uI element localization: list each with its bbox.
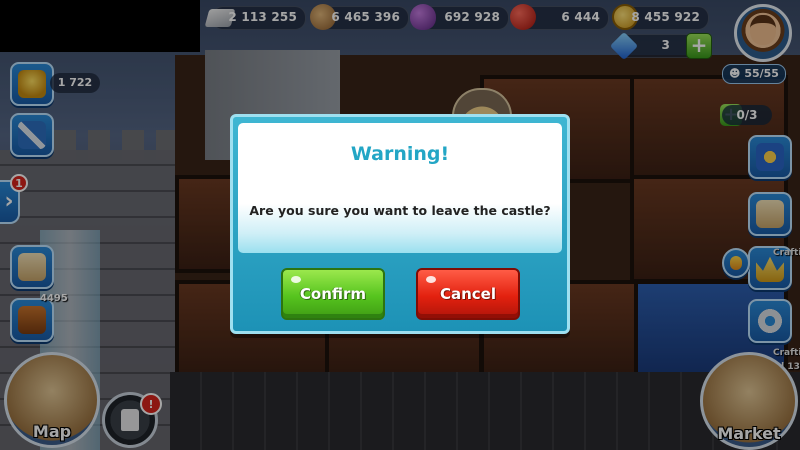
confirm-button[interactable]: Confirm xyxy=(281,268,385,320)
button-shine xyxy=(291,276,301,283)
cancel-label: Cancel xyxy=(439,285,496,303)
cancel-button[interactable]: Cancel xyxy=(416,268,520,320)
button-shine xyxy=(426,276,436,283)
confirm-label: Confirm xyxy=(299,285,367,303)
dialog-title: Warning! xyxy=(350,143,450,165)
dialog-panel: Warning! Are you sure you want to leave … xyxy=(238,123,562,253)
dialog-message: Are you sure you want to leave the castl… xyxy=(249,203,551,218)
warning-dialog: Warning! Are you sure you want to leave … xyxy=(230,114,570,334)
